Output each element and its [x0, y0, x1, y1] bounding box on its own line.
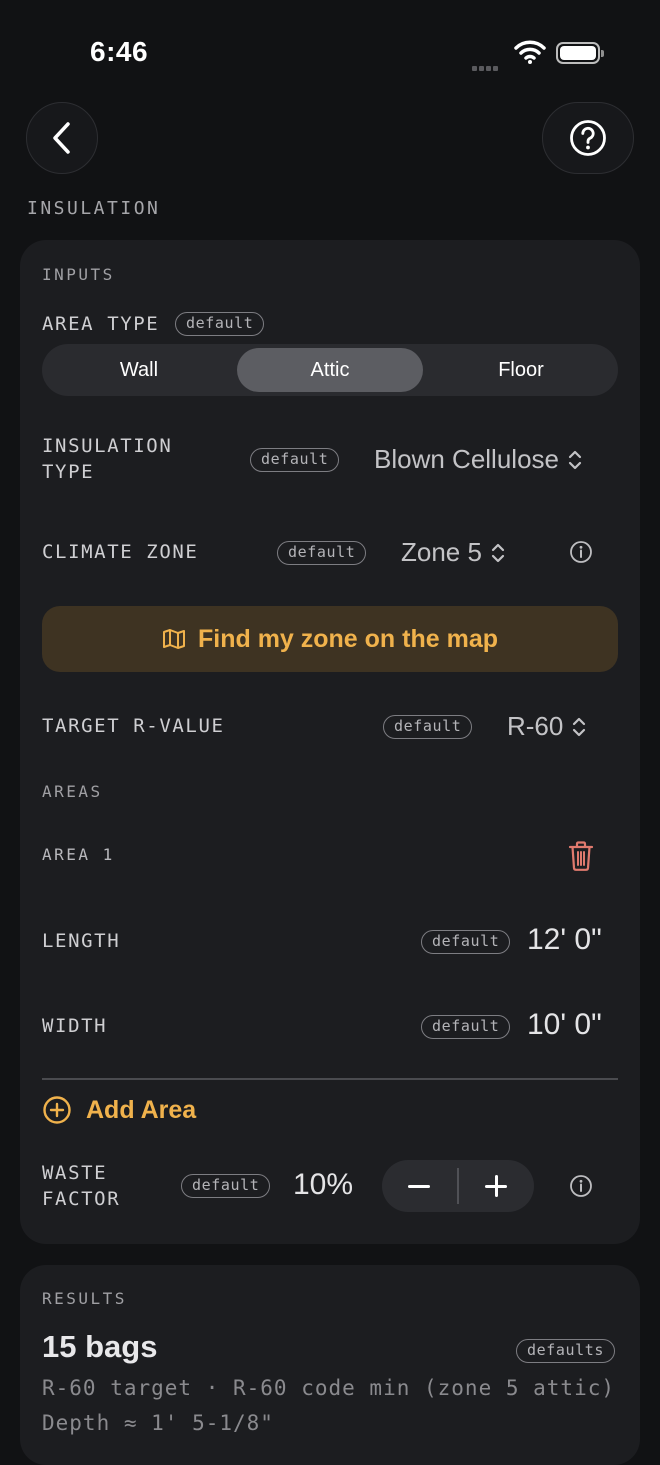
target-r-value-default-badge: default	[383, 715, 473, 739]
back-button[interactable]	[26, 102, 98, 174]
areas-section-label: AREAS	[42, 782, 103, 801]
waste-factor-label-line2: FACTOR	[42, 1188, 121, 1210]
results-target-line: R-60 target · R-60 code min (zone 5 atti…	[42, 1376, 616, 1400]
waste-factor-default-badge: default	[181, 1174, 271, 1198]
inputs-section-label: INPUTS	[42, 265, 115, 284]
waste-factor-info-icon[interactable]	[569, 1174, 593, 1203]
target-r-value-label: TARGET R-VALUE	[42, 715, 225, 737]
add-area-button[interactable]: Add Area	[42, 1095, 196, 1125]
insulation-type-value: Blown Cellulose	[374, 444, 559, 474]
page-title: INSULATION	[27, 198, 161, 219]
segment-floor[interactable]: Floor	[428, 348, 614, 392]
insulation-type-label-line1: INSULATION	[42, 435, 173, 457]
waste-factor-label: WASTE FACTOR	[42, 1160, 120, 1212]
length-default-badge: default	[421, 930, 511, 954]
length-label: LENGTH	[42, 930, 121, 952]
chevron-left-icon	[53, 122, 70, 154]
climate-zone-label: CLIMATE ZONE	[42, 541, 199, 563]
area-type-segmented-control: Wall Attic Floor	[42, 344, 618, 396]
insulation-type-label: INSULATION TYPE	[42, 433, 172, 485]
plus-circle-icon	[43, 1096, 71, 1124]
plus-icon-vertical	[495, 1175, 498, 1197]
results-depth-line: Depth ≈ 1' 5-1/8"	[42, 1411, 274, 1435]
waste-factor-label-line1: WASTE	[42, 1162, 108, 1184]
target-r-value-value: R-60	[507, 711, 564, 741]
add-area-label: Add Area	[86, 1095, 197, 1124]
target-r-value-picker[interactable]: R-60	[507, 711, 587, 742]
chevron-up-down-icon	[573, 717, 586, 736]
waste-factor-value: 10%	[293, 1168, 354, 1201]
results-card: RESULTS 15 bags defaults R-60 target · R…	[20, 1265, 640, 1465]
climate-zone-default-badge: default	[277, 541, 367, 565]
results-bag-count: 15 bags	[42, 1329, 158, 1364]
insulation-type-picker[interactable]: Blown Cellulose	[374, 444, 583, 475]
status-time: 6:46	[90, 36, 149, 67]
area-type-label: AREA TYPE	[42, 313, 160, 335]
status-bar: 6:46	[0, 0, 660, 100]
question-circle-icon	[570, 120, 606, 156]
climate-zone-value: Zone 5	[401, 537, 482, 567]
waste-factor-stepper	[382, 1160, 534, 1212]
delete-area-button[interactable]	[567, 840, 595, 877]
segment-attic[interactable]: Attic	[237, 348, 423, 392]
climate-zone-picker[interactable]: Zone 5	[401, 537, 506, 568]
width-label: WIDTH	[42, 1015, 108, 1037]
minus-icon	[408, 1185, 430, 1188]
inputs-card: INPUTS AREA TYPE default Wall Attic Floo…	[20, 240, 640, 1244]
length-input[interactable]: 12' 0"	[527, 923, 602, 957]
chevron-up-down-icon	[491, 543, 505, 562]
find-zone-map-button[interactable]: Find my zone on the map	[42, 606, 618, 672]
cellular-signal-icon	[472, 58, 500, 76]
segment-wall[interactable]: Wall	[46, 348, 232, 392]
insulation-type-label-line2: TYPE	[42, 461, 95, 483]
area-1-title: AREA 1	[42, 845, 115, 864]
map-icon	[162, 629, 185, 649]
battery-icon	[556, 42, 604, 64]
insulation-type-default-badge: default	[250, 448, 340, 472]
trash-icon	[568, 841, 594, 871]
wifi-icon	[514, 40, 546, 69]
areas-divider	[42, 1078, 618, 1080]
find-zone-map-label: Find my zone on the map	[197, 624, 498, 653]
width-default-badge: default	[421, 1015, 511, 1039]
area-type-default-badge: default	[175, 312, 265, 336]
decrement-button[interactable]	[382, 1160, 457, 1212]
climate-zone-info-icon[interactable]	[569, 540, 593, 569]
width-input[interactable]: 10' 0"	[527, 1008, 602, 1042]
help-button[interactable]	[542, 102, 634, 174]
results-defaults-badge: defaults	[516, 1339, 616, 1363]
results-section-label: RESULTS	[42, 1289, 127, 1308]
chevron-up-down-icon	[568, 450, 582, 469]
